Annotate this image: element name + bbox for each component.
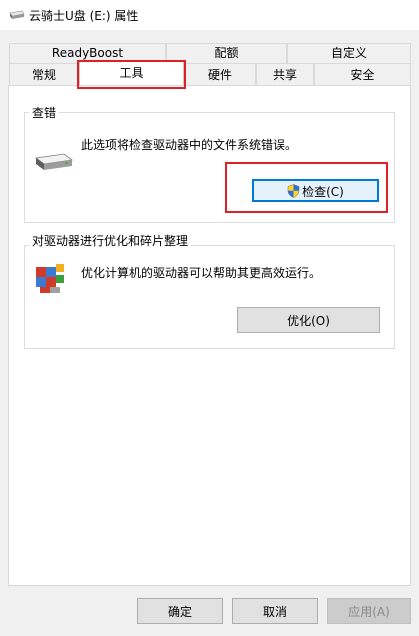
optimize-button[interactable]: 优化(O)	[237, 307, 380, 333]
optimize-group	[24, 245, 395, 349]
title-bar: 云骑士U盘 (E:) 属性	[0, 0, 419, 30]
tab-quota[interactable]: 配额	[166, 43, 287, 63]
error-checking-label: 查错	[29, 104, 60, 121]
tab-customize[interactable]: 自定义	[287, 43, 411, 63]
tab-hardware[interactable]: 硬件	[184, 63, 256, 85]
drive-icon	[9, 10, 25, 19]
optimize-label: 对驱动器进行优化和碎片整理	[29, 232, 192, 249]
shield-icon	[287, 183, 300, 198]
ok-button[interactable]: 确定	[137, 598, 223, 624]
tab-readyboost[interactable]: ReadyBoost	[9, 43, 166, 63]
tab-general[interactable]: 常规	[9, 63, 79, 85]
window-title: 云骑士U盘 (E:) 属性	[29, 9, 139, 23]
defrag-icon	[36, 264, 64, 293]
tab-sharing[interactable]: 共享	[256, 63, 314, 85]
tab-tools[interactable]: 工具	[79, 61, 184, 86]
check-button[interactable]: 检查(C)	[252, 179, 379, 202]
tools-panel: 查错 此选项将检查驱动器中的文件系统错误。 检查(C) 对驱动器进行优化和碎片整…	[8, 85, 411, 586]
drive-icon	[34, 153, 74, 170]
error-checking-group	[24, 112, 395, 223]
tab-security[interactable]: 安全	[314, 63, 411, 85]
error-checking-description: 此选项将检查驱动器中的文件系统错误。	[81, 138, 298, 152]
cancel-button[interactable]: 取消	[232, 598, 318, 624]
check-button-label: 检查(C)	[302, 184, 344, 199]
optimize-description: 优化计算机的驱动器可以帮助其更高效运行。	[81, 266, 322, 280]
apply-button[interactable]: 应用(A)	[327, 598, 411, 624]
